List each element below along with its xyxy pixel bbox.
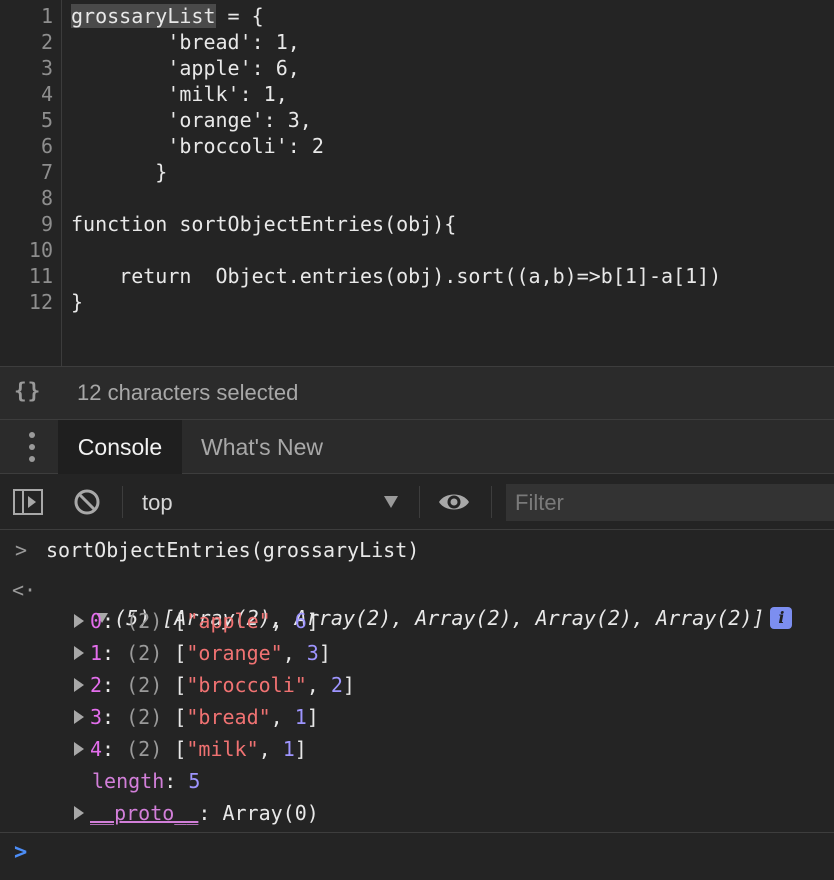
entry-index: 1 bbox=[90, 641, 103, 665]
selection-status: 12 characters selected bbox=[77, 380, 299, 405]
line-number-gutter: 1 2 3 4 5 6 7 8 9 10 11 12 bbox=[0, 0, 62, 366]
code-line[interactable]: grossaryList = { bbox=[71, 3, 264, 29]
line-number: 8 bbox=[40, 186, 53, 210]
line-number: 7 bbox=[40, 160, 53, 184]
context-selector[interactable]: top bbox=[125, 482, 415, 522]
expand-triangle-icon[interactable] bbox=[74, 645, 84, 660]
selected-text[interactable]: grossaryList bbox=[71, 4, 216, 28]
proto-label: __proto__ bbox=[90, 801, 199, 825]
entry-count: (2) bbox=[126, 641, 163, 665]
code-line[interactable]: } bbox=[71, 159, 167, 185]
line-number: 11 bbox=[28, 264, 53, 288]
proto-value: Array(0) bbox=[222, 801, 319, 825]
array-entry[interactable]: 2: (2) ["broccoli", 2] bbox=[74, 671, 355, 699]
line-number: 4 bbox=[40, 82, 53, 106]
expand-triangle-icon[interactable] bbox=[74, 709, 84, 724]
pretty-print-braces-icon[interactable]: {} bbox=[14, 379, 41, 403]
code-text: = { bbox=[215, 4, 264, 28]
console-input-prompt-icon[interactable]: > bbox=[14, 839, 27, 867]
entry-index: 4 bbox=[90, 737, 103, 761]
entry-key: "apple" bbox=[186, 609, 271, 633]
length-label: length bbox=[92, 769, 165, 793]
code-editor[interactable]: 1 2 3 4 5 6 7 8 9 10 11 12 grossaryList … bbox=[0, 0, 834, 366]
input-prompt-chevron-icon: > bbox=[15, 538, 28, 562]
toolbar-divider bbox=[419, 486, 420, 518]
line-number: 3 bbox=[40, 56, 53, 80]
dropdown-arrow-icon bbox=[384, 496, 398, 508]
line-number: 12 bbox=[28, 290, 53, 314]
toolbar-divider bbox=[491, 486, 492, 518]
entry-index: 3 bbox=[90, 705, 103, 729]
entry-key: "milk" bbox=[186, 737, 259, 761]
sidebar-toggle-icon[interactable] bbox=[13, 489, 43, 515]
entry-count: (2) bbox=[126, 737, 163, 761]
context-selector-value: top bbox=[142, 490, 173, 515]
entry-index: 0 bbox=[90, 609, 103, 633]
entry-value: 2 bbox=[330, 673, 343, 697]
code-line[interactable]: 'broccoli': 2 bbox=[71, 133, 324, 159]
code-line[interactable]: } bbox=[71, 289, 83, 315]
tab-whats-new[interactable]: What's New bbox=[201, 420, 323, 474]
entry-count: (2) bbox=[126, 673, 163, 697]
console-toolbar: top bbox=[0, 474, 834, 530]
entry-index: 2 bbox=[90, 673, 103, 697]
live-expression-eye-icon[interactable] bbox=[437, 487, 471, 517]
kebab-menu-icon[interactable] bbox=[22, 430, 42, 464]
code-line[interactable]: return Object.entries(obj).sort((a,b)=>b… bbox=[71, 263, 721, 289]
drawer-tab-bar: Console What's New bbox=[0, 420, 834, 474]
entry-value: 1 bbox=[282, 737, 295, 761]
entry-key: "bread" bbox=[186, 705, 271, 729]
length-property: length: 5 bbox=[92, 769, 201, 793]
code-line[interactable]: 'orange': 3, bbox=[71, 107, 312, 133]
array-entry[interactable]: 1: (2) ["orange", 3] bbox=[74, 639, 331, 667]
info-badge-icon[interactable]: i bbox=[770, 606, 793, 629]
entry-count: (2) bbox=[126, 609, 163, 633]
proto-property[interactable]: __proto__: Array(0) bbox=[74, 799, 319, 827]
line-number: 10 bbox=[28, 238, 53, 262]
editor-status-bar: {} 12 characters selected bbox=[0, 366, 834, 420]
clear-console-icon[interactable] bbox=[73, 488, 101, 516]
console-prompt-divider bbox=[0, 832, 834, 833]
line-number: 2 bbox=[40, 30, 53, 54]
toolbar-divider bbox=[122, 486, 123, 518]
expand-triangle-icon[interactable] bbox=[74, 677, 84, 692]
length-value: 5 bbox=[188, 769, 201, 793]
console-output[interactable]: > sortObjectEntries(grossaryList) <· (5)… bbox=[0, 530, 834, 880]
code-line[interactable]: function sortObjectEntries(obj){ bbox=[71, 211, 456, 237]
entry-key: "orange" bbox=[186, 641, 283, 665]
line-number: 5 bbox=[40, 108, 53, 132]
line-number: 1 bbox=[40, 4, 53, 28]
entry-key: "broccoli" bbox=[186, 673, 307, 697]
expand-triangle-icon[interactable] bbox=[74, 805, 84, 820]
entry-count: (2) bbox=[126, 705, 163, 729]
array-entry[interactable]: 0: (2) ["apple", 6] bbox=[74, 607, 319, 635]
filter-input[interactable] bbox=[506, 484, 834, 521]
line-number: 6 bbox=[40, 134, 53, 158]
result-arrow-icon: <· bbox=[12, 578, 37, 602]
entry-value: 3 bbox=[306, 641, 319, 665]
code-line[interactable]: 'bread': 1, bbox=[71, 29, 299, 55]
array-entry[interactable]: 4: (2) ["milk", 1] bbox=[74, 735, 307, 763]
expand-triangle-icon[interactable] bbox=[74, 613, 84, 628]
entry-value: 6 bbox=[294, 609, 307, 633]
code-line[interactable]: 'apple': 6, bbox=[71, 55, 299, 81]
console-input-command[interactable]: sortObjectEntries(grossaryList) bbox=[46, 536, 419, 564]
array-entry[interactable]: 3: (2) ["bread", 1] bbox=[74, 703, 319, 731]
line-number: 9 bbox=[40, 212, 53, 236]
tab-console[interactable]: Console bbox=[58, 420, 182, 474]
code-line[interactable]: 'milk': 1, bbox=[71, 81, 287, 107]
entry-value: 1 bbox=[294, 705, 307, 729]
expand-triangle-icon[interactable] bbox=[74, 741, 84, 756]
